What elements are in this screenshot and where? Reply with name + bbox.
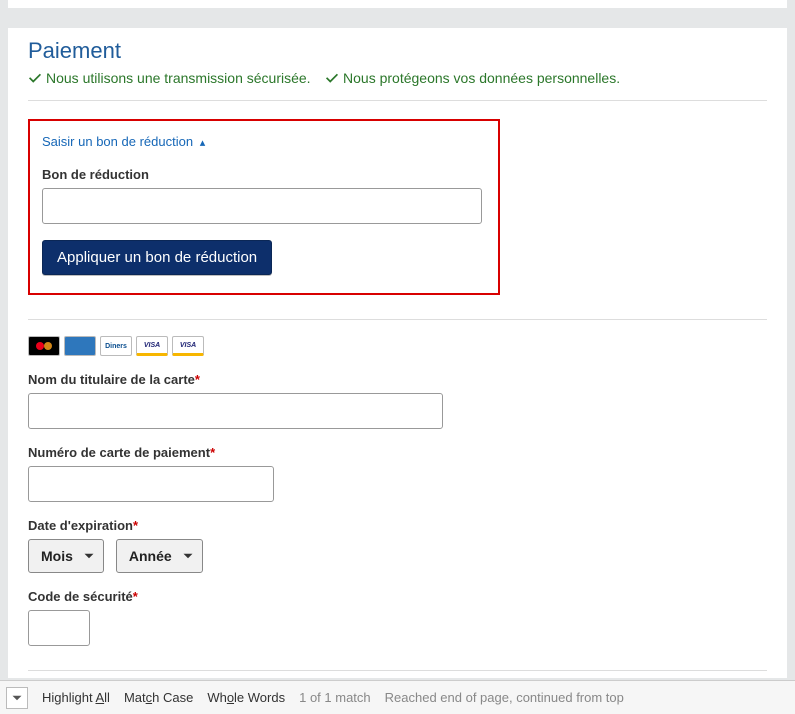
data-protection-text: Nous protégeons vos données personnelles…: [343, 70, 620, 86]
find-next-button[interactable]: [6, 687, 28, 709]
mastercard-icon: [28, 336, 60, 356]
expiry-month-select[interactable]: Mois: [28, 539, 104, 573]
panel-title: Paiement: [28, 38, 767, 64]
divider-bottom: [28, 670, 767, 671]
find-match-count: 1 of 1 match: [299, 690, 371, 705]
caret-up-icon: ▴: [197, 137, 206, 149]
visa-electron-icon: VISA: [172, 336, 204, 356]
secure-transmission-text: Nous utilisons une transmission sécurisé…: [46, 70, 311, 86]
coupon-toggle[interactable]: Saisir un bon de réduction ▴: [42, 134, 205, 149]
accepted-cards: Diners VISA VISA: [28, 336, 767, 356]
expiry-row: Mois Année: [28, 539, 767, 573]
cardnumber-input[interactable]: [28, 466, 274, 502]
coupon-input[interactable]: [42, 188, 482, 224]
check-icon: [325, 72, 339, 86]
data-protection: Nous protégeons vos données personnelles…: [325, 70, 620, 86]
cardholder-input[interactable]: [28, 393, 443, 429]
apply-coupon-button[interactable]: Appliquer un bon de réduction: [42, 240, 272, 275]
chevron-down-icon: [11, 692, 23, 704]
match-case-toggle[interactable]: Match Case: [124, 690, 193, 705]
top-strip: [8, 0, 787, 8]
expiry-year-select[interactable]: Année: [116, 539, 203, 573]
cvv-input[interactable]: [28, 610, 90, 646]
payment-panel: Paiement Nous utilisons une transmission…: [8, 28, 787, 678]
amex-icon: [64, 336, 96, 356]
required-asterisk: *: [195, 372, 200, 387]
chevron-down-icon: [83, 550, 95, 562]
coupon-toggle-text: Saisir un bon de réduction: [42, 134, 193, 149]
divider: [28, 319, 767, 320]
coupon-box: Saisir un bon de réduction ▴ Bon de rédu…: [28, 119, 500, 295]
security-row: Nous utilisons une transmission sécurisé…: [28, 70, 767, 101]
secure-transmission: Nous utilisons une transmission sécurisé…: [28, 70, 311, 86]
whole-words-toggle[interactable]: Whole Words: [207, 690, 285, 705]
find-status-text: Reached end of page, continued from top: [385, 690, 624, 705]
cvv-label: Code de sécurité*: [28, 589, 767, 604]
diners-club-icon: Diners: [100, 336, 132, 356]
coupon-label: Bon de réduction: [42, 167, 486, 182]
cardnumber-label: Numéro de carte de paiement*: [28, 445, 767, 460]
required-asterisk: *: [133, 589, 138, 604]
find-bar: Highlight All Match Case Whole Words 1 o…: [0, 680, 795, 714]
required-asterisk: *: [210, 445, 215, 460]
cardholder-label: Nom du titulaire de la carte*: [28, 372, 767, 387]
visa-icon: VISA: [136, 336, 168, 356]
check-icon: [28, 72, 42, 86]
expiry-label: Date d'expiration*: [28, 518, 767, 533]
chevron-down-icon: [182, 550, 194, 562]
required-asterisk: *: [133, 518, 138, 533]
highlight-all-toggle[interactable]: Highlight All: [42, 690, 110, 705]
